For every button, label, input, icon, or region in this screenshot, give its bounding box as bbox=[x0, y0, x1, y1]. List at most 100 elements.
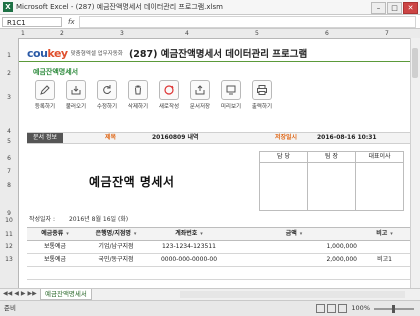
column-header[interactable]: 4 bbox=[185, 29, 189, 38]
cell[interactable]: 0000-000-0000-00 bbox=[149, 254, 229, 266]
inbox-icon bbox=[66, 80, 86, 100]
first-sheet-button[interactable]: ◀◀ bbox=[3, 290, 12, 297]
formula-input[interactable] bbox=[78, 15, 416, 28]
close-button[interactable]: ✕ bbox=[403, 2, 418, 14]
window-controls: – □ ✕ bbox=[371, 2, 418, 14]
print-icon bbox=[252, 80, 272, 100]
header-cell: 예금종류 ▾ bbox=[41, 230, 69, 237]
save-button[interactable]: 문서저장 bbox=[186, 80, 214, 110]
column-header[interactable]: 3 bbox=[120, 29, 124, 38]
view-buttons bbox=[316, 304, 348, 313]
saved-value: 2016-08-16 10:31 bbox=[317, 134, 377, 141]
column-header[interactable]: 5 bbox=[255, 29, 259, 38]
table-row[interactable] bbox=[27, 267, 410, 280]
cell[interactable]: 보통예금 bbox=[27, 254, 83, 266]
excel-app-icon[interactable]: X bbox=[3, 2, 13, 12]
register-button[interactable]: 등록하기 bbox=[31, 80, 59, 110]
prev-sheet-button[interactable]: ◀ bbox=[14, 290, 19, 297]
approval-divider bbox=[355, 152, 356, 210]
normal-view-icon[interactable] bbox=[316, 304, 326, 313]
next-sheet-button[interactable]: ▶ bbox=[21, 290, 26, 297]
header-cell: 계좌번호 ▾ bbox=[175, 230, 203, 237]
sheet-tab-bar: ◀◀ ◀ ▶ ▶▶ 예금잔액명세서 bbox=[0, 288, 420, 300]
preview-icon bbox=[221, 80, 241, 100]
minimize-button[interactable]: – bbox=[371, 2, 386, 14]
row-header[interactable]: 5 bbox=[0, 138, 18, 145]
coukey-logo: coukey bbox=[27, 46, 68, 60]
row-header[interactable]: 1 bbox=[0, 52, 18, 59]
name-box[interactable]: R1C1 bbox=[2, 16, 62, 27]
row-header[interactable]: 8 bbox=[0, 182, 18, 189]
writer-line: 작성일자 : 2016년 8월 16일 (화) bbox=[29, 214, 128, 223]
new-icon bbox=[159, 80, 179, 100]
horizontal-scrollbar[interactable] bbox=[180, 291, 405, 298]
program-title: (287) 예금잔액명세서 데이터관리 프로그램 bbox=[128, 49, 308, 60]
refresh-icon bbox=[97, 80, 117, 100]
approval-col: 팀 장 bbox=[308, 152, 355, 163]
maximize-button[interactable]: □ bbox=[387, 2, 402, 14]
cell[interactable]: 기업/남구지점 bbox=[83, 241, 149, 253]
table-row[interactable]: 보통예금 국민/동구지점 0000-000-0000-00 2,000,000 … bbox=[27, 254, 410, 267]
zoom-slider[interactable] bbox=[374, 304, 414, 313]
cell[interactable]: 123-1234-123511 bbox=[149, 241, 229, 253]
row-header[interactable]: 3 bbox=[0, 94, 18, 101]
fx-icon[interactable]: fx bbox=[68, 18, 75, 26]
row-header[interactable]: 13 bbox=[0, 256, 18, 263]
table-row[interactable]: 보통예금 기업/남구지점 123-1234-123511 1,000,000 bbox=[27, 241, 410, 254]
row-header[interactable]: 6 bbox=[0, 155, 18, 162]
subject-value[interactable]: 20160809 내역 bbox=[152, 133, 199, 143]
document-info-bar: 문서 정보 제목 20160809 내역 저장일시 2016-08-16 10:… bbox=[27, 132, 410, 144]
column-header[interactable]: 1 bbox=[21, 29, 25, 38]
column-header[interactable]: 6 bbox=[325, 29, 329, 38]
tab-navigation: ◀◀ ◀ ▶ ▶▶ bbox=[3, 290, 37, 297]
row-header[interactable]: 4 bbox=[0, 128, 18, 135]
delete-label: 삭제하기 bbox=[127, 104, 149, 110]
formula-bar: R1C1 fx bbox=[0, 15, 420, 29]
vertical-scrollbar[interactable] bbox=[410, 38, 420, 288]
writer-date[interactable]: 2016년 8월 16일 (화) bbox=[69, 216, 128, 223]
zoom-control: 100% bbox=[316, 301, 414, 316]
scroll-thumb[interactable] bbox=[412, 48, 418, 78]
saved-label: 저장일시 bbox=[275, 134, 298, 141]
sheet-label: 예금잔액명세서 bbox=[33, 68, 79, 76]
approval-divider bbox=[307, 152, 308, 210]
new-label: 새로작성 bbox=[158, 104, 180, 110]
register-label: 등록하기 bbox=[34, 104, 56, 110]
column-header[interactable]: 7 bbox=[385, 29, 389, 38]
column-header[interactable]: 2 bbox=[60, 29, 64, 38]
cell[interactable] bbox=[359, 241, 410, 253]
load-button[interactable]: 불러오기 bbox=[62, 80, 90, 110]
delete-button[interactable]: 삭제하기 bbox=[124, 80, 152, 110]
row-header[interactable]: 7 bbox=[0, 168, 18, 175]
row-header[interactable]: 11 bbox=[0, 231, 18, 238]
row-headers: 1 2 3 4 5 6 7 8 9 10 11 12 13 bbox=[0, 38, 19, 288]
page-break-icon[interactable] bbox=[338, 304, 348, 313]
cell[interactable]: 비고1 bbox=[359, 254, 410, 266]
new-button[interactable]: 새로작성 bbox=[155, 80, 183, 110]
row-header[interactable]: 12 bbox=[0, 243, 18, 250]
row-header[interactable]: 9 bbox=[0, 210, 18, 217]
cell[interactable]: 국민/동구지점 bbox=[83, 254, 149, 266]
page-layout-icon[interactable] bbox=[327, 304, 337, 313]
trash-icon bbox=[128, 80, 148, 100]
window-title: Microsoft Excel - (287) 예금잔액명세서 데이터관리 프로… bbox=[16, 3, 223, 11]
print-button[interactable]: 출력하기 bbox=[248, 80, 276, 110]
pencil-icon bbox=[35, 80, 55, 100]
cell[interactable]: 1,000,000 bbox=[229, 241, 357, 253]
doc-info-label: 문서 정보 bbox=[27, 133, 63, 143]
header-divider bbox=[19, 61, 410, 62]
tab-deposit-statement[interactable]: 예금잔액명세서 bbox=[40, 289, 92, 300]
cell[interactable]: 보통예금 bbox=[27, 241, 83, 253]
document-title: 예금잔액 명세서 bbox=[89, 175, 175, 189]
subject-label: 제목 bbox=[105, 134, 117, 141]
cell[interactable]: 2,000,000 bbox=[229, 254, 357, 266]
preview-button[interactable]: 미리보기 bbox=[217, 80, 245, 110]
last-sheet-button[interactable]: ▶▶ bbox=[27, 290, 36, 297]
zoom-knob[interactable] bbox=[392, 304, 395, 313]
worksheet[interactable]: coukey 맞춤형엑셀 업무자동화 (287) 예금잔액명세서 데이터관리 프… bbox=[19, 38, 410, 288]
load-label: 불러오기 bbox=[65, 104, 87, 110]
zoom-level[interactable]: 100% bbox=[351, 301, 370, 316]
row-header[interactable]: 10 bbox=[0, 217, 18, 224]
row-header[interactable]: 2 bbox=[0, 70, 18, 77]
edit-button[interactable]: 수정하기 bbox=[93, 80, 121, 110]
